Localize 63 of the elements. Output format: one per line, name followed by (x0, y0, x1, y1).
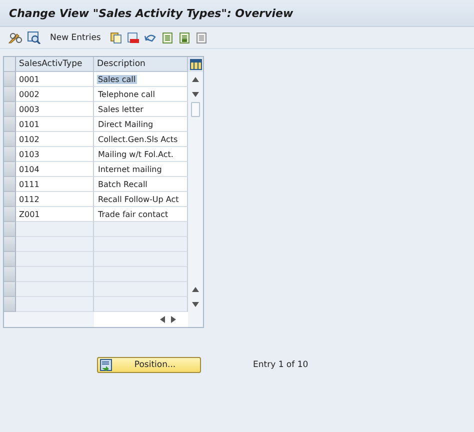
table-cell[interactable] (16, 237, 94, 252)
row-selector[interactable] (4, 252, 16, 267)
column-header[interactable]: Description (94, 57, 188, 72)
row-selector[interactable] (4, 267, 16, 282)
position-button[interactable]: Position... (97, 357, 201, 373)
table-cell[interactable] (16, 282, 94, 297)
scrollbar-thumb[interactable] (191, 102, 200, 117)
row-selector[interactable] (4, 102, 16, 117)
scroll-up-icon[interactable] (192, 287, 199, 292)
scroll-up-icon[interactable] (192, 77, 199, 82)
copy-icon[interactable] (110, 32, 122, 44)
select-all-button[interactable] (4, 57, 16, 72)
table-settings-icon[interactable] (190, 59, 202, 70)
table-cell[interactable] (16, 267, 94, 282)
table-cell: 0112 (19, 194, 40, 204)
window-title: Change View "Sales Activity Types": Overview (9, 6, 294, 20)
row-selector[interactable] (4, 222, 16, 237)
row-selector[interactable] (4, 177, 16, 192)
row-selector[interactable] (4, 162, 16, 177)
entry-counter: Entry 1 of 10 (253, 360, 308, 370)
pencil-glasses-icon[interactable] (8, 32, 22, 44)
row-selector[interactable] (4, 237, 16, 252)
table-cell[interactable] (94, 282, 188, 297)
table-cell: 0002 (19, 90, 40, 98)
select-all-icon[interactable] (162, 32, 174, 44)
scroll-left-icon[interactable] (160, 316, 165, 323)
display-change-icon[interactable] (27, 31, 41, 44)
table-cell[interactable] (16, 297, 94, 312)
table-cell: 0101 (19, 120, 40, 128)
deselect-all-icon[interactable] (196, 32, 208, 44)
scroll-right-icon[interactable] (171, 316, 176, 323)
table-cell: 0003 (19, 104, 40, 114)
row-selector[interactable] (4, 147, 16, 162)
horizontal-scrollbar[interactable] (94, 312, 188, 327)
description-field[interactable]: Sales call (97, 74, 137, 84)
row-selector[interactable] (4, 207, 16, 222)
table-cell: 0111 (19, 180, 40, 188)
select-block-icon[interactable] (178, 32, 191, 44)
scroll-down-icon[interactable] (192, 92, 199, 97)
table-cell: 0103 (19, 150, 40, 158)
table-cell[interactable] (94, 237, 188, 252)
position-icon (100, 359, 112, 371)
table-cell[interactable] (94, 267, 188, 282)
column-header[interactable]: SalesActivType (16, 57, 94, 72)
table-cell: 0104 (19, 164, 40, 174)
row-selector[interactable] (4, 72, 16, 87)
scroll-down-icon[interactable] (192, 302, 199, 307)
delete-icon[interactable] (126, 32, 139, 44)
table-cell[interactable] (16, 222, 94, 237)
table-cell[interactable] (94, 297, 188, 312)
row-selector[interactable] (4, 117, 16, 132)
row-selector[interactable] (4, 192, 16, 207)
row-selector[interactable] (4, 132, 16, 147)
row-selector[interactable] (4, 282, 16, 297)
table-cell[interactable] (16, 252, 94, 267)
table-cell: 0102 (19, 134, 40, 144)
table-cell: Z001 (19, 210, 40, 218)
table-cell: 0001 (19, 74, 40, 84)
row-selector[interactable] (4, 87, 16, 102)
new-entries-button[interactable]: New Entries (46, 32, 105, 42)
table-cell[interactable] (94, 252, 188, 267)
row-selector[interactable] (4, 297, 16, 312)
table-cell[interactable] (94, 222, 188, 237)
